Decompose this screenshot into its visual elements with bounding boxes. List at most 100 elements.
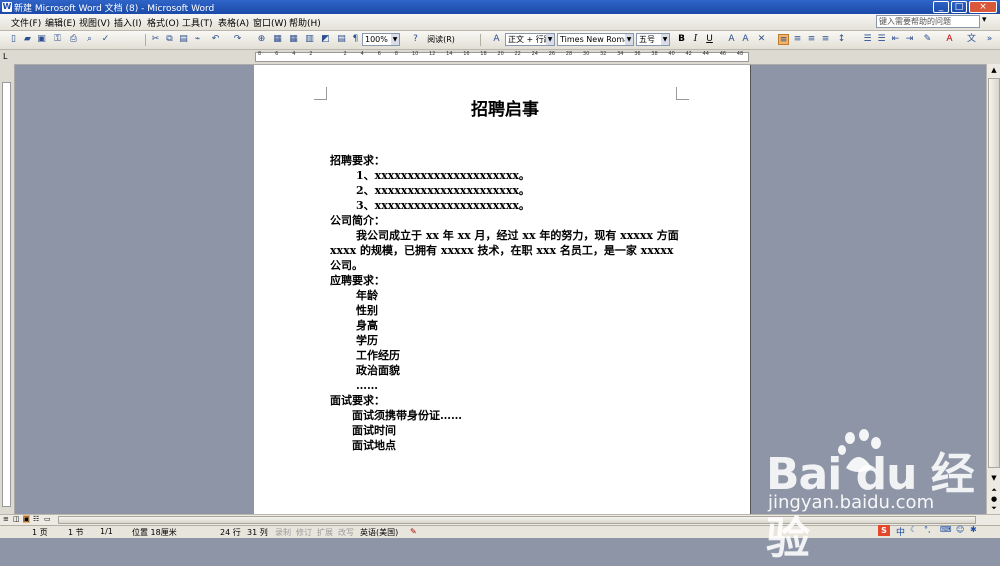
ruler-number: 18 xyxy=(480,51,487,57)
maximize-button[interactable]: □ xyxy=(951,1,967,13)
horizontal-ruler[interactable]: L 8 6 4 2 2 4 6 8 10 12 14 16 18 20 22 24 26 28 30 32 34 36 38… xyxy=(0,50,1000,65)
toolbar-options-icon[interactable]: » xyxy=(984,34,995,45)
ruler-number: 46 xyxy=(719,51,727,57)
align-right-icon[interactable]: ≡ xyxy=(806,34,817,45)
font-color-icon[interactable]: A xyxy=(944,34,955,45)
spelling-icon[interactable]: ✓ xyxy=(100,34,111,45)
menu-table[interactable]: 表格(A) xyxy=(218,16,249,29)
status-extend[interactable]: 扩展 xyxy=(317,527,333,538)
save-icon[interactable]: ▣ xyxy=(36,34,47,45)
align-justify-icon[interactable]: ≡ xyxy=(778,34,789,45)
status-overtype[interactable]: 改写 xyxy=(338,527,354,538)
spelling-status-icon[interactable]: ✎ xyxy=(410,527,417,536)
reading-view-icon[interactable]: ▭ xyxy=(44,515,51,523)
document-line: …… xyxy=(356,379,378,392)
status-record[interactable]: 录制 xyxy=(275,527,291,538)
menu-view[interactable]: 视图(V) xyxy=(79,16,110,29)
ruler-number: 42 xyxy=(685,51,692,57)
zoom-select[interactable]: 100% ▼ xyxy=(362,33,400,46)
ruler-number: 2 xyxy=(343,51,347,57)
toolbar-separator xyxy=(145,34,146,46)
new-document-icon[interactable]: ▯ xyxy=(8,34,19,45)
redo-icon[interactable]: ↷ xyxy=(232,34,243,45)
status-line: 24 行 xyxy=(220,528,241,537)
hyperlink-icon[interactable]: ⊕ xyxy=(256,34,267,45)
char-border-icon[interactable]: A xyxy=(726,34,737,45)
font-value: Times New Roman xyxy=(560,35,634,44)
numbering-icon[interactable]: ☰ xyxy=(862,34,873,45)
ruler-number: 26 xyxy=(548,51,556,57)
print-icon[interactable]: ⎙ xyxy=(68,34,79,45)
line-spacing-icon[interactable]: ↕ xyxy=(836,34,847,45)
cut-icon[interactable]: ✂ xyxy=(150,34,161,45)
bullets-icon[interactable]: ☰ xyxy=(876,34,887,45)
minimize-button[interactable]: _ xyxy=(933,1,949,13)
bold-button[interactable]: B xyxy=(676,34,687,45)
help-icon[interactable]: ? xyxy=(410,34,421,45)
ruler-number: 30 xyxy=(582,51,590,57)
distributed-icon[interactable]: ≡ xyxy=(820,34,831,45)
status-track-changes[interactable]: 修订 xyxy=(296,527,312,538)
align-center-icon[interactable]: ≡ xyxy=(792,34,803,45)
document-page[interactable]: 招聘启事 招聘要求： 1、xxxxxxxxxxxxxxxxxxxxxx。 2、xxx… xyxy=(254,65,750,515)
scroll-up-icon[interactable]: ▲ xyxy=(988,64,1000,76)
menu-edit[interactable]: 编辑(E) xyxy=(45,16,76,29)
menu-format[interactable]: 格式(O) xyxy=(147,16,179,29)
copy-icon[interactable]: ⧉ xyxy=(164,34,175,45)
menu-help[interactable]: 帮助(H) xyxy=(289,16,321,29)
ruler-number: 6 xyxy=(377,51,381,57)
outline-view-icon[interactable]: ☷ xyxy=(33,515,39,523)
insert-table-icon[interactable]: ▦ xyxy=(288,34,299,45)
menu-file[interactable]: 文件(F) xyxy=(11,16,41,29)
menu-tools[interactable]: 工具(T) xyxy=(182,16,213,29)
ruler-number: 20 xyxy=(497,51,504,57)
format-painter-icon[interactable]: ⌁ xyxy=(192,34,203,45)
tables-borders-icon[interactable]: ▦ xyxy=(272,34,283,45)
status-language[interactable]: 英语(美国) xyxy=(360,527,398,538)
ruler-number: 4 xyxy=(360,51,364,57)
print-layout-icon[interactable]: ▣ xyxy=(23,515,30,523)
menu-insert[interactable]: 插入(I) xyxy=(114,16,142,29)
read-mode-button[interactable]: 阅读(R) xyxy=(421,34,461,45)
vertical-ruler[interactable] xyxy=(0,64,15,514)
decrease-indent-icon[interactable]: ⇤ xyxy=(890,34,901,45)
help-dropdown-icon[interactable]: ▾ xyxy=(982,15,987,25)
document-line: 面试时间 xyxy=(352,424,396,437)
char-shading-icon[interactable]: A xyxy=(740,34,751,45)
paste-icon[interactable]: ▤ xyxy=(178,34,189,45)
style-select[interactable]: 正文 + 行距 ▼ xyxy=(505,33,555,46)
document-line: 政治面貌 xyxy=(356,364,400,377)
print-preview-icon[interactable]: ⌕ xyxy=(84,34,95,45)
permission-icon[interactable]: ⚿ xyxy=(52,34,63,45)
chevron-down-icon: ▼ xyxy=(661,34,669,45)
drawing-icon[interactable]: ◩ xyxy=(320,34,331,45)
menu-window[interactable]: 窗口(W) xyxy=(253,16,287,29)
web-view-icon[interactable]: ◫ xyxy=(13,515,20,523)
font-size-select[interactable]: 五号 ▼ xyxy=(636,33,670,46)
highlight-icon[interactable]: ✎ xyxy=(922,34,933,45)
help-search-input[interactable]: 键入需要帮助的问题 xyxy=(876,15,980,28)
word-app-icon[interactable]: W xyxy=(2,2,12,12)
phonetic-guide-icon[interactable]: 文 xyxy=(966,34,977,45)
ruler-number: 16 xyxy=(463,51,470,57)
ruler-number: 4 xyxy=(292,51,296,57)
normal-view-icon[interactable]: ≡ xyxy=(3,515,9,523)
increase-indent-icon[interactable]: ⇥ xyxy=(904,34,915,45)
document-line: 招聘要求： xyxy=(330,154,385,167)
show-formatting-icon[interactable]: ¶ xyxy=(350,34,361,45)
vertical-ruler-track[interactable] xyxy=(2,82,11,507)
undo-icon[interactable]: ↶ xyxy=(210,34,221,45)
italic-button[interactable]: I xyxy=(690,34,701,45)
styles-pane-icon[interactable]: A xyxy=(491,34,502,45)
close-button[interactable]: × xyxy=(969,1,997,13)
tab-selector-icon[interactable]: L xyxy=(3,52,7,61)
char-scale-icon[interactable]: ✕ xyxy=(756,34,767,45)
columns-icon[interactable]: ▥ xyxy=(304,34,315,45)
underline-button[interactable]: U xyxy=(704,34,715,45)
open-icon[interactable]: ▰ xyxy=(22,34,33,45)
document-line: 工作经历 xyxy=(356,349,400,362)
document-map-icon[interactable]: ▤ xyxy=(336,34,347,45)
ruler-number: 8 xyxy=(394,51,398,57)
font-select[interactable]: Times New Roman ▼ xyxy=(557,33,634,46)
scroll-thumb[interactable] xyxy=(988,78,1000,468)
